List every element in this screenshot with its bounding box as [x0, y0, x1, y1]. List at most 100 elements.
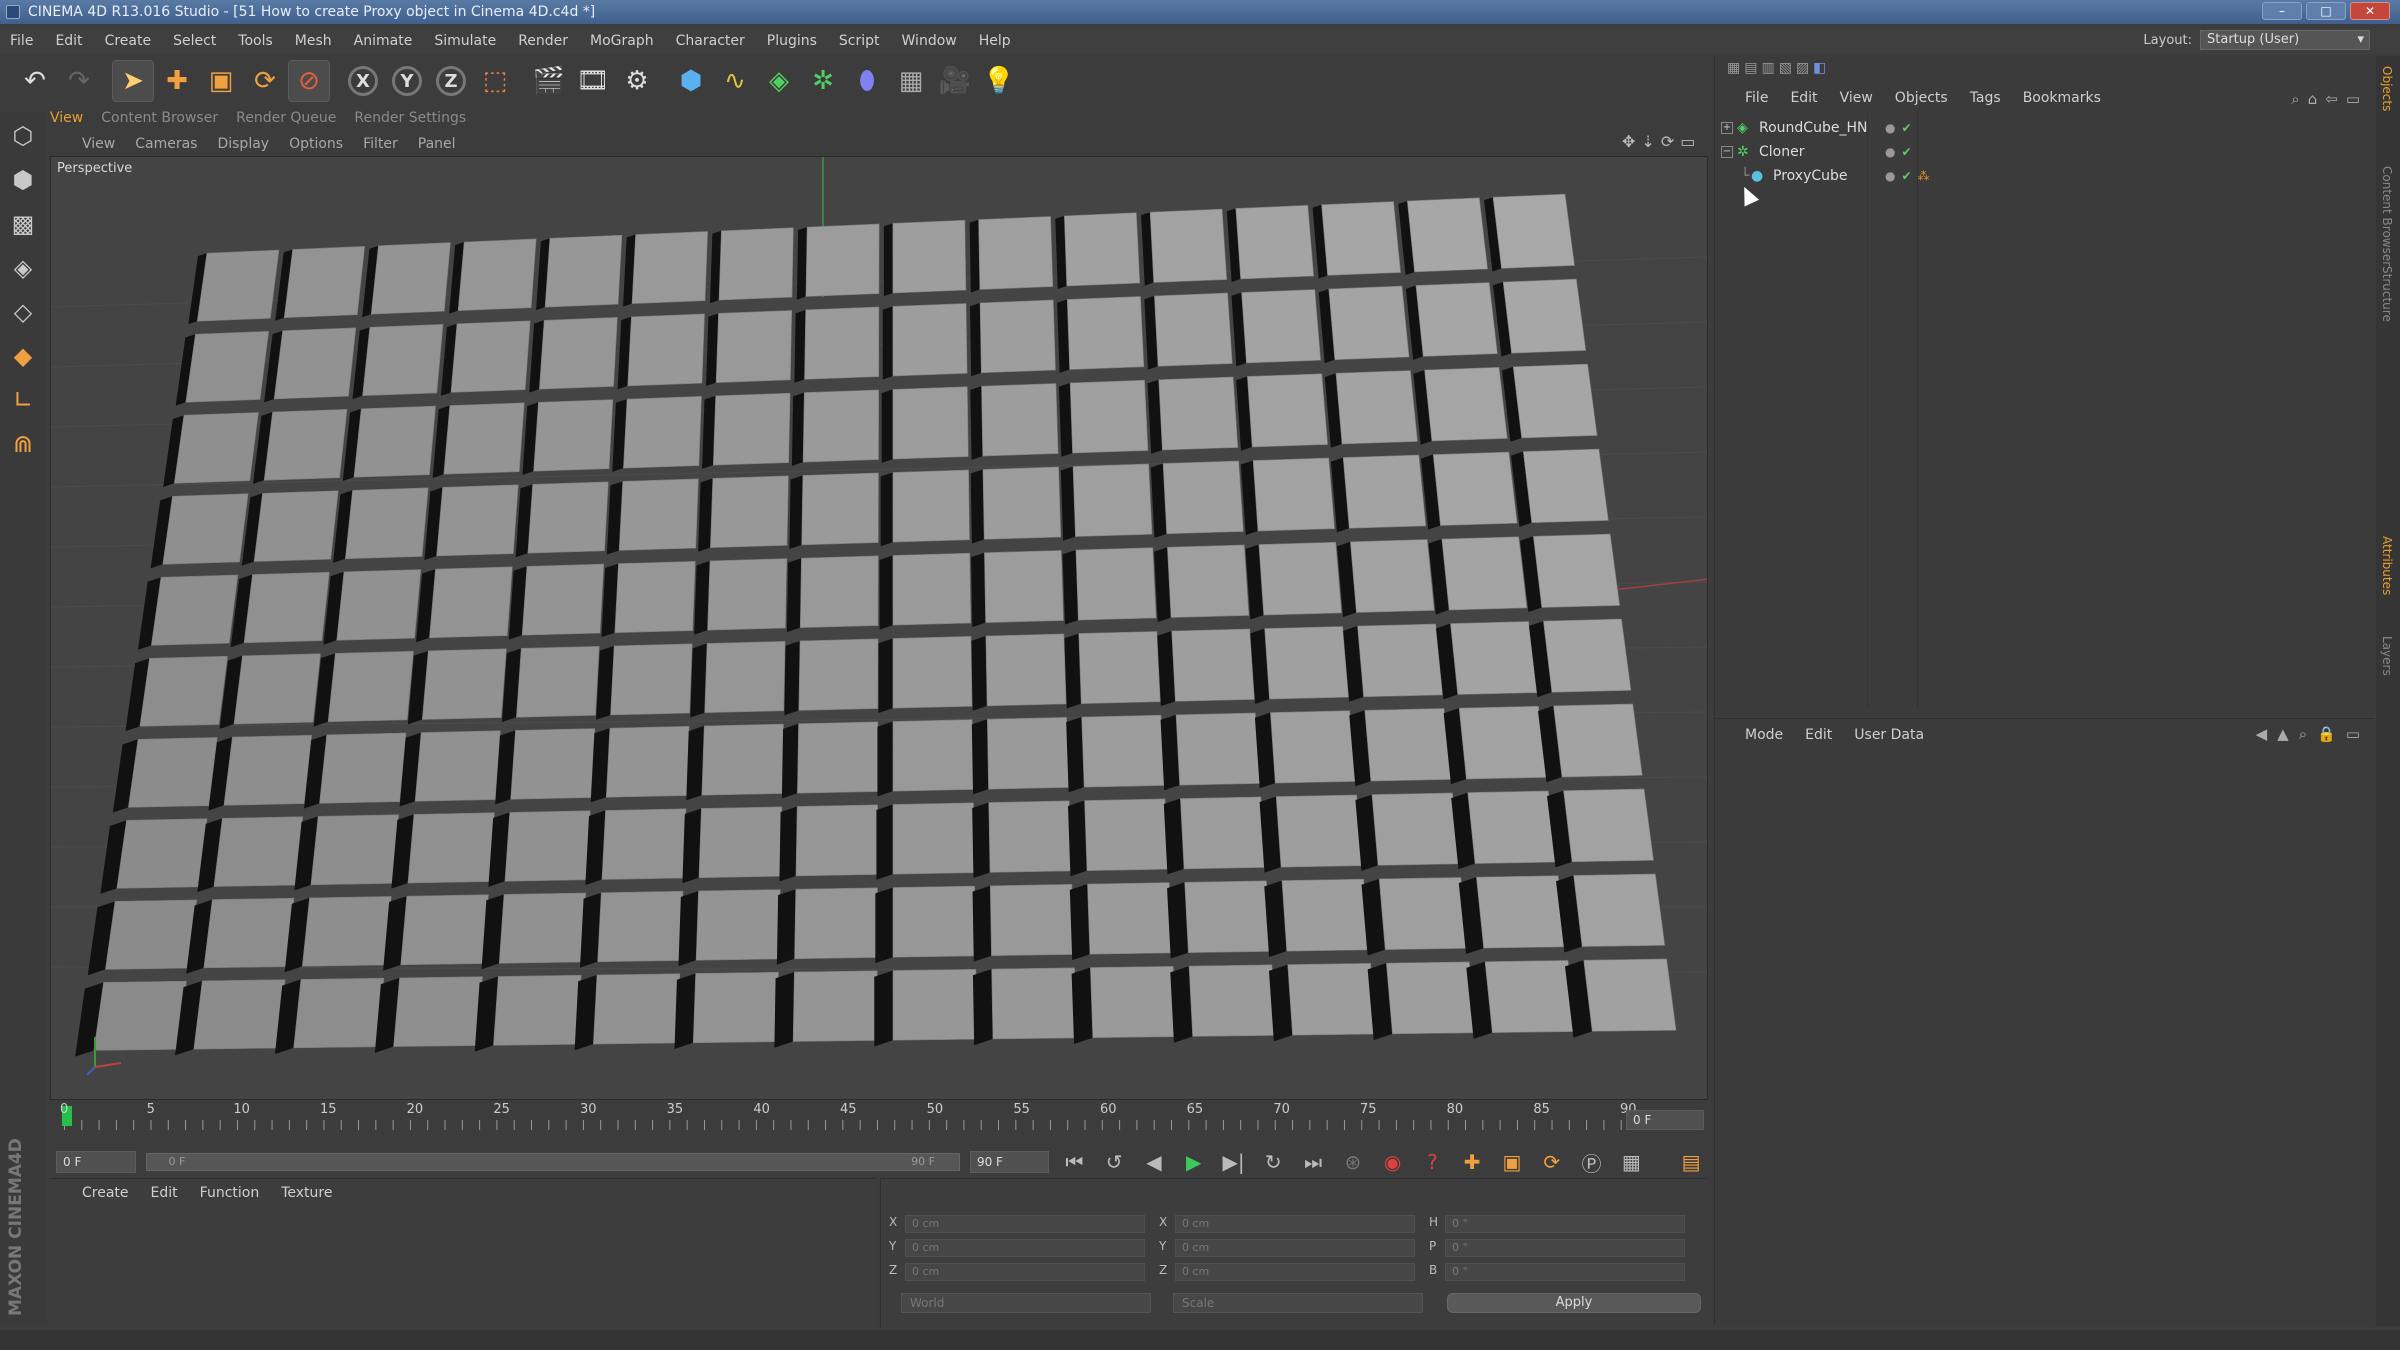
- material-menu-function[interactable]: Function: [200, 1185, 260, 1201]
- takes-tab-icon[interactable]: ▥: [1761, 60, 1774, 76]
- expand-toggle[interactable]: +: [1721, 122, 1733, 134]
- object-menu-edit[interactable]: Edit: [1790, 90, 1817, 106]
- menu-help[interactable]: Help: [979, 33, 1011, 49]
- minimize-button[interactable]: –: [2262, 2, 2302, 20]
- tab-render-queue[interactable]: Render Queue: [236, 110, 336, 130]
- menu-mesh[interactable]: Mesh: [295, 33, 332, 49]
- menu-window[interactable]: Window: [902, 33, 957, 49]
- select-arrow-icon[interactable]: ➤: [112, 60, 154, 102]
- scale-key-icon[interactable]: ▣: [1497, 1147, 1527, 1177]
- visibility-dot-icon[interactable]: ●: [1885, 145, 1895, 159]
- polygon-mode-icon[interactable]: ◆: [3, 336, 43, 376]
- end-frame-field[interactable]: 90 F: [969, 1151, 1050, 1173]
- enabled-check-icon[interactable]: ✔: [1901, 169, 1911, 183]
- floor-icon[interactable]: ▦: [890, 60, 932, 102]
- size-x-field[interactable]: 0 cm: [1175, 1215, 1415, 1233]
- edit-render-settings-icon[interactable]: ⚙: [616, 60, 658, 102]
- menu-simulate[interactable]: Simulate: [434, 33, 496, 49]
- menu-animate[interactable]: Animate: [354, 33, 413, 49]
- maximize-button[interactable]: □: [2306, 2, 2346, 20]
- keyframe-selection-icon[interactable]: ?: [1418, 1147, 1448, 1177]
- next-key-icon[interactable]: ↻: [1258, 1147, 1288, 1177]
- view-menu-filter[interactable]: Filter: [363, 136, 398, 152]
- toggle-layout-icon[interactable]: ▭: [1680, 132, 1695, 151]
- point-mode-icon[interactable]: ◈: [3, 248, 43, 288]
- search-icon[interactable]: ⌕: [2299, 725, 2307, 743]
- size-y-field[interactable]: 0 cm: [1175, 1239, 1415, 1257]
- previous-frame-icon[interactable]: ◀: [1139, 1147, 1169, 1177]
- camera-icon[interactable]: 🎥: [934, 60, 976, 102]
- axis-mode-icon[interactable]: ∟: [3, 380, 43, 420]
- menu-tools[interactable]: Tools: [238, 33, 273, 49]
- rotate-icon[interactable]: ⟳: [244, 60, 286, 102]
- new-window-icon[interactable]: ▭: [2346, 725, 2360, 743]
- object-name[interactable]: Cloner: [1759, 144, 1804, 160]
- attribute-menu-mode[interactable]: Mode: [1745, 727, 1783, 743]
- object-row-cloner[interactable]: − ✲ Cloner ● ✔: [1721, 140, 2361, 164]
- lock-icon[interactable]: 🔒: [2317, 725, 2336, 743]
- go-to-end-icon[interactable]: ⏭: [1298, 1147, 1328, 1177]
- magnet-icon[interactable]: ⋒: [3, 424, 43, 464]
- back-icon[interactable]: ⇦: [2325, 90, 2338, 108]
- layers-tab-icon[interactable]: ▧: [1779, 60, 1792, 76]
- preview-range-slider[interactable]: 0 F 90 F: [145, 1153, 960, 1171]
- enabled-check-icon[interactable]: ✔: [1901, 121, 1911, 135]
- object-name[interactable]: RoundCube_HN: [1759, 120, 1867, 136]
- visibility-dot-icon[interactable]: ●: [1885, 121, 1895, 135]
- timeline-window-icon[interactable]: ▤: [1676, 1147, 1706, 1177]
- tag-icon[interactable]: ⁂: [1918, 169, 1930, 183]
- make-editable-icon[interactable]: ⬡: [3, 116, 43, 156]
- expand-toggle[interactable]: −: [1721, 146, 1733, 158]
- cloner-icon[interactable]: ✲: [802, 60, 844, 102]
- enabled-check-icon[interactable]: ✔: [1901, 145, 1911, 159]
- view-menu-display[interactable]: Display: [217, 136, 269, 152]
- tab-content-browser[interactable]: Content Browser: [101, 110, 218, 130]
- coordinate-system-icon[interactable]: ⬚: [474, 60, 516, 102]
- live-select-icon[interactable]: ⊘: [288, 60, 330, 102]
- previous-key-icon[interactable]: ↺: [1099, 1147, 1129, 1177]
- next-frame-icon[interactable]: ▶|: [1219, 1147, 1249, 1177]
- position-z-field[interactable]: 0 cm: [905, 1263, 1145, 1281]
- menu-edit[interactable]: Edit: [55, 33, 82, 49]
- texture-mode-icon[interactable]: ▩: [3, 204, 43, 244]
- deformer-icon[interactable]: ⬮: [846, 60, 888, 102]
- grip-icon[interactable]: ▦: [1727, 60, 1740, 76]
- rotation-b-field[interactable]: 0 °: [1445, 1263, 1685, 1281]
- start-frame-field[interactable]: 0 F: [56, 1151, 136, 1173]
- content-tab-icon[interactable]: ▨: [1796, 60, 1809, 76]
- dolly-icon[interactable]: ⇣: [1641, 132, 1654, 151]
- perspective-viewport[interactable]: Perspective: [50, 156, 1708, 1100]
- object-row-roundcube-hn[interactable]: + ◈ RoundCube_HN ● ✔: [1721, 116, 2361, 140]
- pan-icon[interactable]: ✥: [1622, 132, 1635, 151]
- position-key-icon[interactable]: ✚: [1457, 1147, 1487, 1177]
- undo-icon[interactable]: ↶: [14, 60, 56, 102]
- home-icon[interactable]: ⌂: [2308, 90, 2318, 108]
- object-menu-tags[interactable]: Tags: [1970, 90, 2001, 106]
- rotation-key-icon[interactable]: ⟳: [1537, 1147, 1567, 1177]
- edge-mode-icon[interactable]: ◇: [3, 292, 43, 332]
- new-window-icon[interactable]: ▭: [2346, 90, 2360, 108]
- object-name[interactable]: ProxyCube: [1773, 168, 1848, 184]
- point-level-key-icon[interactable]: ▦: [1616, 1147, 1646, 1177]
- autokey-icon[interactable]: ◉: [1378, 1147, 1408, 1177]
- search-icon[interactable]: ⌕: [2291, 90, 2299, 108]
- menu-script[interactable]: Script: [839, 33, 880, 49]
- menu-character[interactable]: Character: [676, 33, 745, 49]
- position-x-field[interactable]: 0 cm: [905, 1215, 1145, 1233]
- attribute-menu-edit[interactable]: Edit: [1805, 727, 1832, 743]
- render-picture-viewer-icon[interactable]: 🎞: [572, 60, 614, 102]
- spline-pen-icon[interactable]: ∿: [714, 60, 756, 102]
- view-menu-panel[interactable]: Panel: [418, 136, 456, 152]
- move-icon[interactable]: ✚: [156, 60, 198, 102]
- redo-icon[interactable]: ↷: [58, 60, 100, 102]
- orbit-icon[interactable]: ⟳: [1661, 132, 1674, 151]
- attribute-menu-user-data[interactable]: User Data: [1854, 727, 1924, 743]
- objects-tab-icon[interactable]: ▤: [1744, 60, 1757, 76]
- view-menu-view[interactable]: View: [82, 136, 115, 152]
- menu-create[interactable]: Create: [105, 33, 152, 49]
- object-row-proxycube[interactable]: └ ● ProxyCube ● ✔ ⁂: [1721, 164, 2361, 188]
- play-forward-icon[interactable]: ▶: [1179, 1147, 1209, 1177]
- material-menu-create[interactable]: Create: [82, 1185, 129, 1201]
- x-axis-icon[interactable]: X: [342, 60, 384, 102]
- object-menu-bookmarks[interactable]: Bookmarks: [2023, 90, 2101, 106]
